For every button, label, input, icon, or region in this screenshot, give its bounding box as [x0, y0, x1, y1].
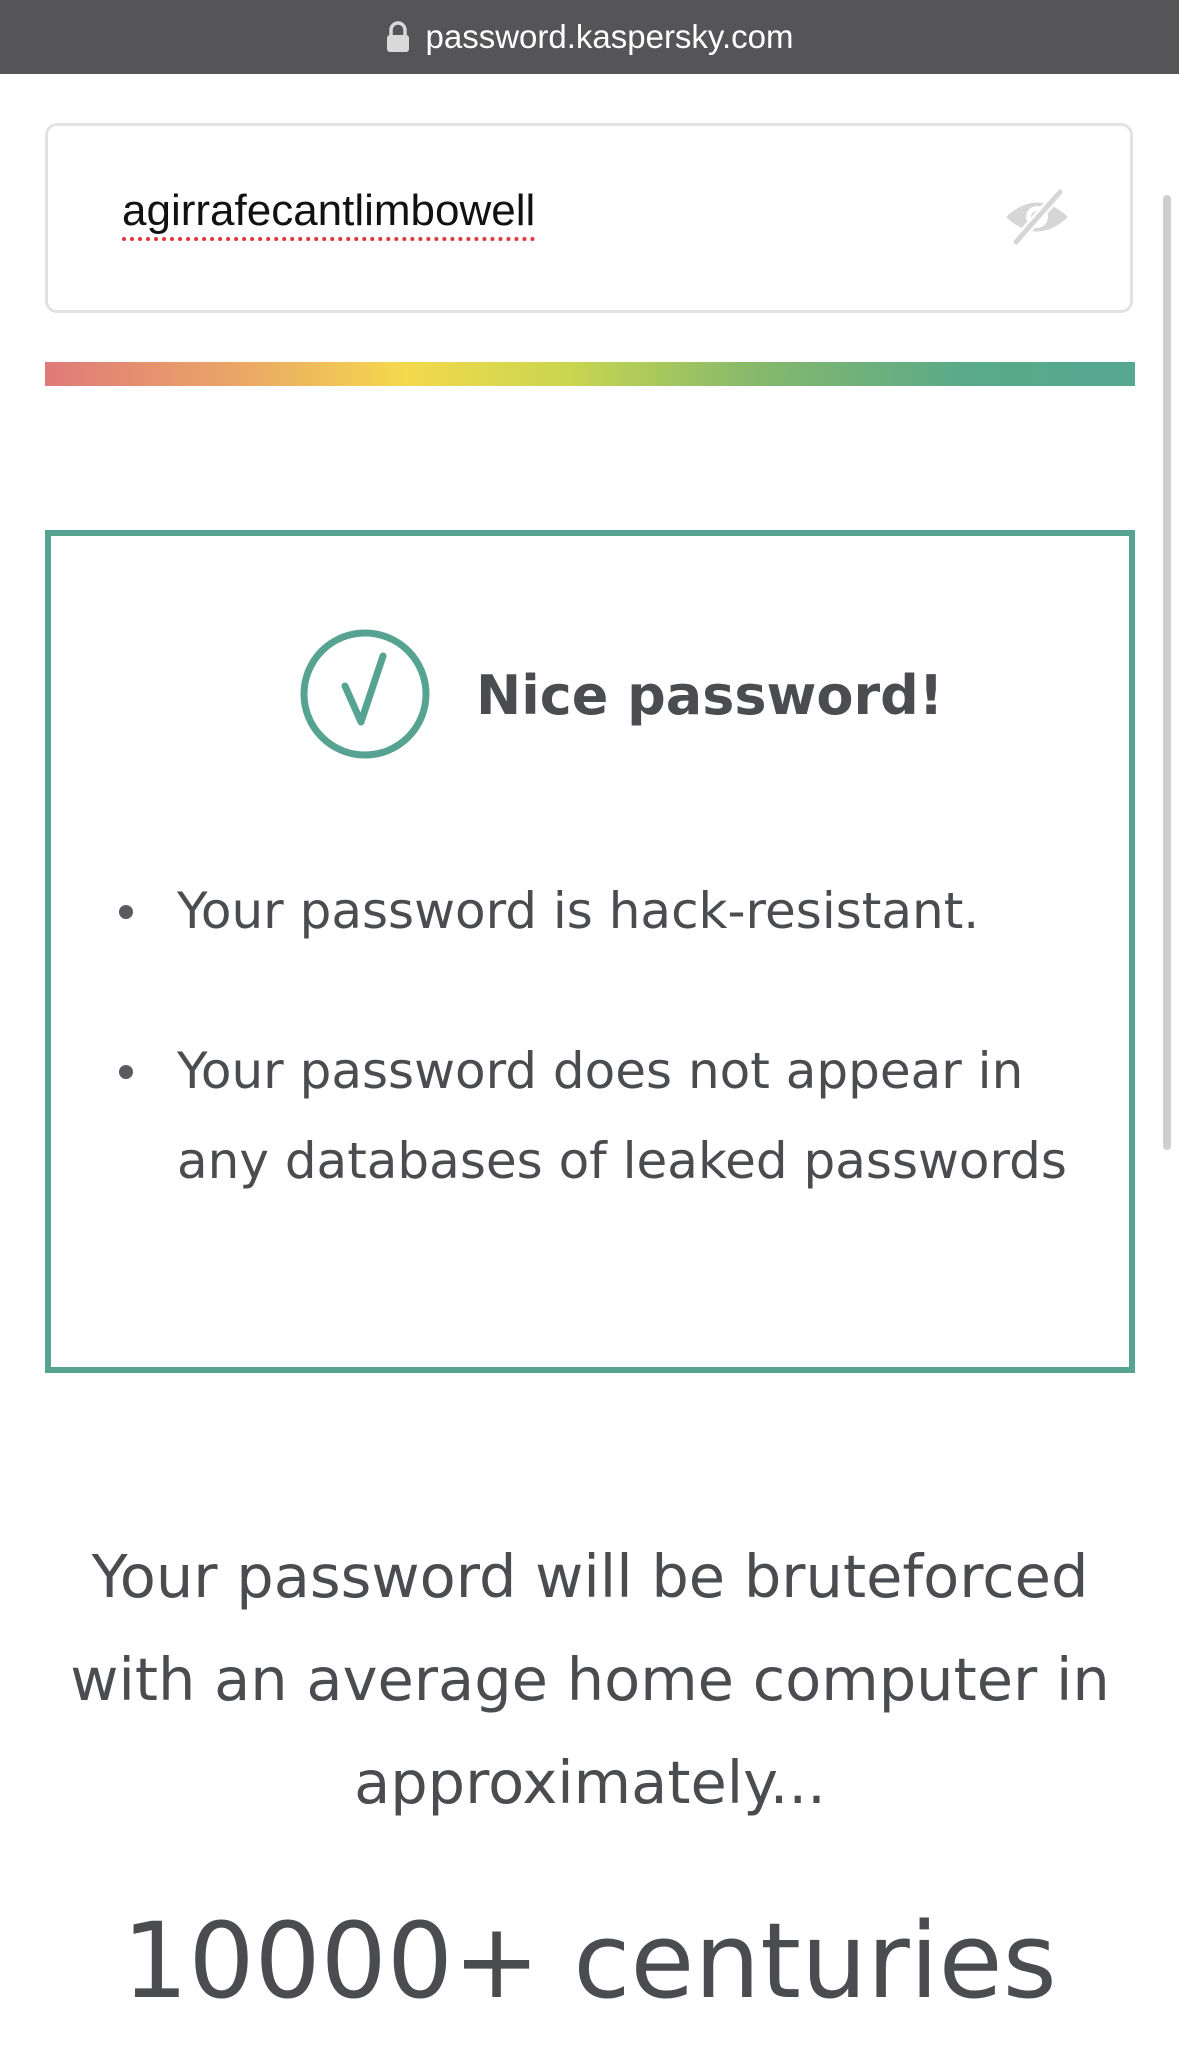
password-value[interactable]: agirrafecantlimbowell: [122, 186, 535, 236]
eye-slash-icon[interactable]: [1002, 186, 1072, 248]
result-box: Nice password! Your password is hack-res…: [45, 530, 1135, 1373]
bullet-icon: [119, 1065, 133, 1079]
page: password.kaspersky.com agirrafecantlimbo…: [0, 0, 1179, 2061]
lock-icon: [387, 21, 410, 52]
scrollbar[interactable]: [1163, 195, 1171, 1150]
bullet-icon: [119, 905, 133, 919]
bruteforce-time: 10000+ centuries: [122, 1900, 1057, 2022]
bruteforce-description: Your password will be bruteforced with a…: [70, 1542, 1110, 1817]
check-circle-icon: [300, 629, 430, 759]
password-input[interactable]: agirrafecantlimbowell: [45, 123, 1133, 313]
list-item: Your password does not appear in any dat…: [111, 1026, 1091, 1206]
address-bar[interactable]: password.kaspersky.com: [0, 0, 1179, 74]
list-item-text: Your password is hack-resistant.: [177, 882, 980, 940]
strength-meter: [45, 362, 1135, 386]
url-text: password.kaspersky.com: [425, 18, 794, 55]
result-title: Nice password!: [476, 664, 944, 727]
list-item-text: Your password does not appear in any dat…: [177, 1042, 1067, 1190]
result-list: Your password is hack-resistant. Your pa…: [111, 866, 1091, 1278]
list-item: Your password is hack-resistant.: [111, 866, 1091, 956]
